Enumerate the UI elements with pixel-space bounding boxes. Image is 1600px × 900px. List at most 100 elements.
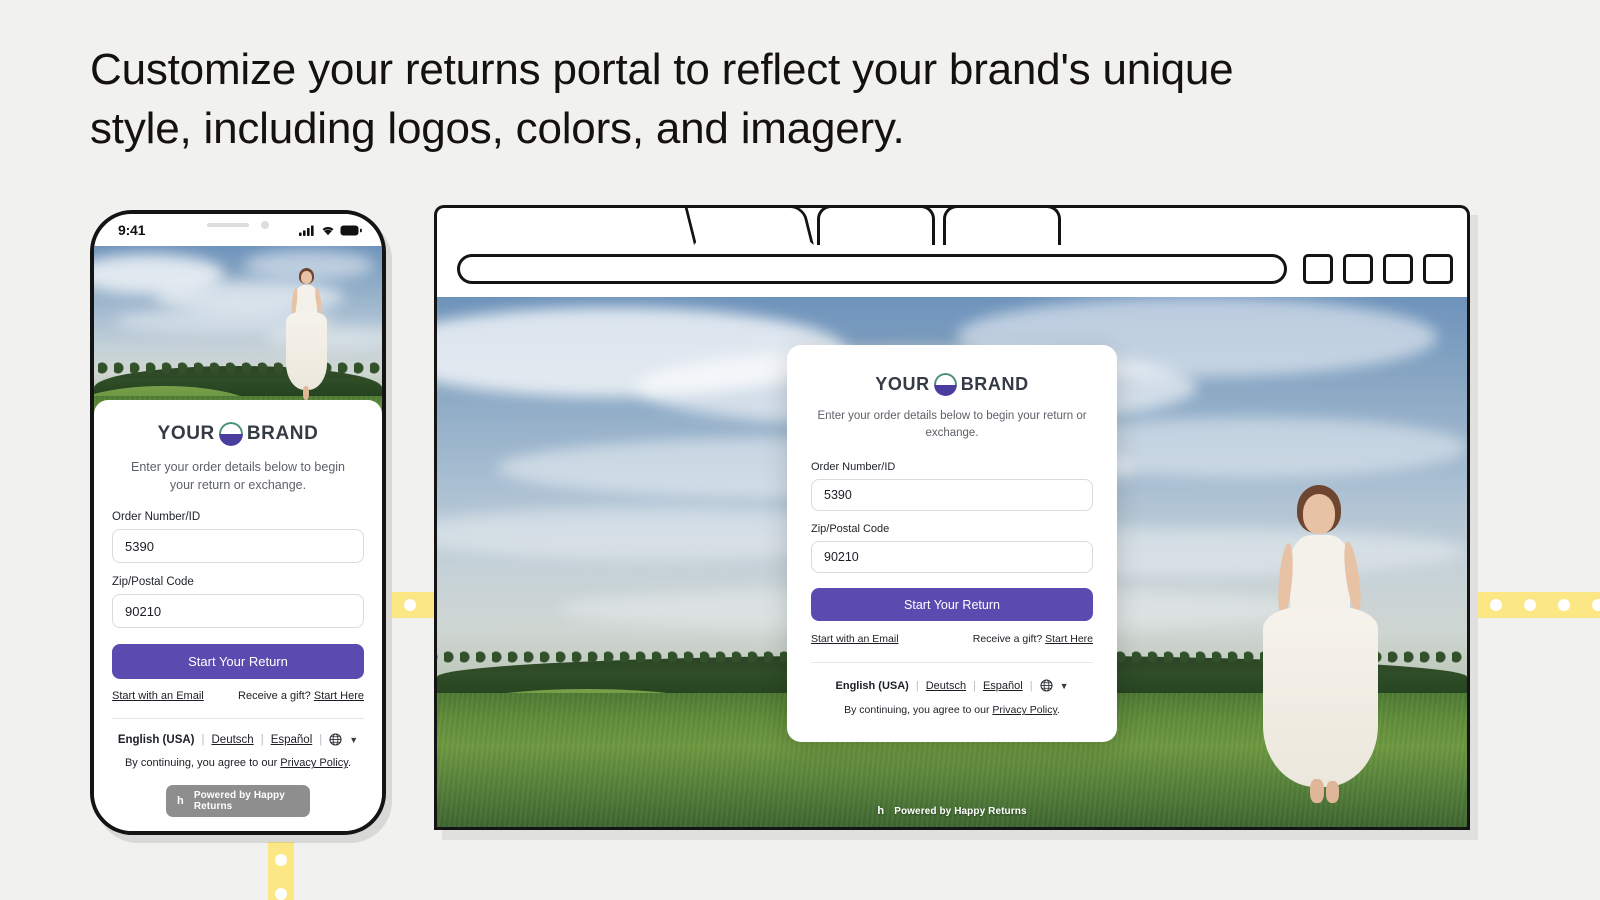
wifi-icon (322, 226, 334, 235)
gift-start-here-link[interactable]: Start Here (314, 690, 364, 702)
film-strip-dot (1558, 599, 1570, 611)
portal-divider (811, 662, 1093, 664)
gift-prefix-text: Receive a gift? (972, 633, 1043, 646)
powered-by-label: Powered by Happy Returns (193, 790, 285, 812)
browser-tab-active[interactable] (684, 205, 814, 245)
front-camera-icon (261, 221, 269, 229)
language-separator: | (319, 733, 323, 746)
language-separator: | (915, 679, 919, 692)
brand-logo: YOUR BRAND (112, 422, 364, 446)
zip-code-field-group: Zip/Postal Code 90210 (811, 523, 1093, 574)
legal-notice: By continuing, you agree to our Privacy … (112, 757, 364, 769)
gift-start-here-link[interactable]: Start Here (1045, 633, 1093, 645)
phone-notch (184, 214, 292, 236)
chevron-down-icon[interactable]: ▼ (1060, 681, 1069, 691)
address-bar[interactable] (457, 254, 1287, 284)
happy-returns-mark-icon: h (877, 805, 885, 817)
portal-secondary-links: Start with an Email Receive a gift? Star… (112, 690, 364, 702)
language-separator: | (260, 733, 264, 746)
model-figure (280, 268, 332, 402)
language-option-deutsch[interactable]: Deutsch (212, 734, 254, 746)
browser-chrome (434, 205, 1470, 297)
privacy-policy-link[interactable]: Privacy Policy (280, 757, 348, 769)
brand-circle-icon (218, 422, 243, 446)
zip-code-input[interactable]: 90210 (811, 541, 1093, 574)
film-strip-dot (275, 888, 287, 900)
zip-code-label: Zip/Postal Code (811, 523, 890, 536)
start-with-email-link[interactable]: Start with an Email (112, 690, 204, 702)
film-strip-dot (1524, 599, 1536, 611)
zip-code-input[interactable]: 90210 (112, 594, 364, 629)
earpiece-speaker-icon (207, 223, 249, 227)
battery-icon (340, 225, 362, 235)
decor-strip-right (1478, 592, 1600, 618)
globe-icon[interactable] (1040, 679, 1053, 692)
start-your-return-button[interactable]: Start Your Return (112, 644, 364, 680)
status-bar-time: 9:41 (118, 222, 146, 238)
brand-word-right: BRAND (960, 374, 1029, 394)
language-separator: | (1029, 679, 1033, 692)
page-headline: Customize your returns portal to reflect… (90, 45, 1234, 154)
brand-circle-icon (933, 373, 957, 396)
portal-secondary-links: Start with an Email Receive a gift? Star… (811, 633, 1093, 645)
globe-icon[interactable] (329, 733, 342, 746)
brand-logo: YOUR BRAND (811, 373, 1093, 396)
language-separator: | (973, 679, 976, 692)
language-selector-row: English (USA) | Deutsch | Español | ▼ (811, 679, 1093, 692)
order-number-field-group: Order Number/ID 5390 (112, 511, 364, 564)
language-option-espanol[interactable]: Español (271, 734, 313, 746)
happy-returns-mark-icon: h (177, 794, 184, 807)
browser-powered-by-badge: h Powered by Happy Returns (877, 805, 1027, 818)
gift-link-wrapper: Receive a gift? Start Here (973, 633, 1093, 645)
phone-mockup: 9:41 YOUR BRAND Enter your order details… (90, 210, 386, 835)
phone-status-bar: 9:41 (94, 214, 382, 246)
film-strip-dot (1490, 599, 1502, 611)
legal-suffix: . (1056, 704, 1060, 717)
desktop-portal-card: YOUR BRAND Enter your order details belo… (787, 345, 1117, 743)
status-bar-icons (299, 225, 362, 236)
language-option-deutsch[interactable]: Deutsch (926, 680, 966, 692)
order-number-label: Order Number/ID (112, 511, 201, 524)
film-strip-dot (404, 599, 416, 611)
decor-strip-bottom (268, 842, 294, 900)
chrome-button-3[interactable] (1383, 254, 1413, 284)
cellular-signal-icon (299, 225, 314, 236)
film-strip-dot (275, 854, 287, 866)
legal-prefix: By continuing, you agree to our (124, 757, 278, 770)
brand-word-left: YOUR (875, 374, 930, 394)
chrome-button-2[interactable] (1343, 254, 1373, 284)
legal-suffix: . (347, 757, 352, 770)
chevron-down-icon[interactable]: ▼ (349, 735, 358, 745)
language-current[interactable]: English (USA) (118, 734, 195, 746)
order-number-input[interactable]: 5390 (112, 529, 364, 564)
brand-word-right: BRAND (246, 423, 319, 444)
gift-prefix-text: Receive a gift? (238, 690, 311, 703)
language-current[interactable]: English (USA) (836, 680, 909, 692)
browser-tab-2[interactable] (817, 205, 935, 245)
start-your-return-button[interactable]: Start Your Return (811, 588, 1093, 622)
portal-divider (112, 718, 364, 720)
language-separator: | (201, 733, 205, 746)
chrome-button-4[interactable] (1423, 254, 1453, 284)
language-selector-row: English (USA) | Deutsch | Español | ▼ (112, 733, 364, 746)
film-strip-dot (1592, 599, 1600, 611)
order-number-field-group: Order Number/ID 5390 (811, 461, 1093, 512)
legal-notice: By continuing, you agree to our Privacy … (811, 704, 1093, 716)
gift-link-wrapper: Receive a gift? Start Here (238, 690, 364, 702)
browser-viewport: YOUR BRAND Enter your order details belo… (434, 297, 1470, 830)
brand-word-left: YOUR (157, 423, 215, 444)
chrome-button-1[interactable] (1303, 254, 1333, 284)
powered-by-label: Powered by Happy Returns (894, 806, 1027, 817)
legal-prefix: By continuing, you agree to our (844, 704, 990, 717)
order-number-label: Order Number/ID (811, 461, 896, 474)
order-number-input[interactable]: 5390 (811, 479, 1093, 512)
model-figure (1247, 485, 1397, 805)
zip-code-field-group: Zip/Postal Code 90210 (112, 576, 364, 629)
privacy-policy-link[interactable]: Privacy Policy (992, 704, 1057, 716)
phone-portal-card: YOUR BRAND Enter your order details belo… (94, 400, 382, 831)
browser-tab-3[interactable] (943, 205, 1061, 245)
language-option-espanol[interactable]: Español (983, 680, 1023, 692)
phone-powered-by-badge: h Powered by Happy Returns (166, 785, 310, 817)
start-with-email-link[interactable]: Start with an Email (811, 633, 899, 645)
portal-subtitle: Enter your order details below to begin … (130, 460, 345, 493)
